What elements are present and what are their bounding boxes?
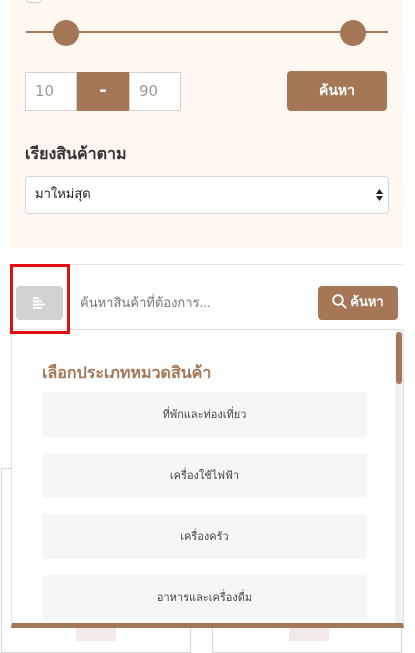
search-bar: ค้นหา — [11, 280, 403, 326]
category-title: เลือกประเภทหมวดสินค้า — [42, 363, 212, 382]
sort-value: มาใหม่สุด — [35, 187, 91, 202]
divider — [11, 264, 403, 265]
price-separator: - — [77, 72, 129, 111]
category-item[interactable]: อาหารและเครื่องดื่ม — [42, 575, 367, 620]
search-input[interactable] — [71, 286, 315, 320]
scrollbar-thumb[interactable] — [396, 332, 402, 384]
select-arrows-icon — [376, 189, 383, 201]
price-min-input[interactable]: 10 — [25, 72, 77, 111]
search-icon — [332, 294, 347, 309]
category-menu-button[interactable] — [16, 286, 63, 320]
filter-checkbox[interactable] — [26, 0, 41, 3]
sort-label: เรียงสินค้าตาม — [25, 144, 127, 163]
price-range-track[interactable] — [26, 31, 388, 33]
filter-search-button[interactable]: ค้นหา — [287, 71, 387, 111]
category-item[interactable]: เครื่องครัว — [42, 514, 367, 559]
price-max-handle[interactable] — [340, 20, 366, 46]
category-item[interactable]: ที่พักและท่องเที่ยว — [42, 392, 367, 437]
price-min-handle[interactable] — [53, 20, 79, 46]
menu-lines-icon — [33, 297, 45, 309]
search-button[interactable]: ค้นหา — [318, 286, 398, 320]
sort-select[interactable]: มาใหม่สุด — [25, 176, 389, 214]
category-item[interactable]: เครื่องใช้ไฟฟ้า — [42, 453, 367, 498]
filter-panel: 10 - 90 ค้นหา เรียงสินค้าตาม มาใหม่สุด — [11, 0, 403, 248]
search-button-label: ค้นหา — [350, 295, 384, 310]
price-max-input[interactable]: 90 — [129, 72, 181, 111]
category-dropdown: เลือกประเภทหมวดสินค้า ที่พักและท่องเที่ย… — [11, 329, 404, 628]
